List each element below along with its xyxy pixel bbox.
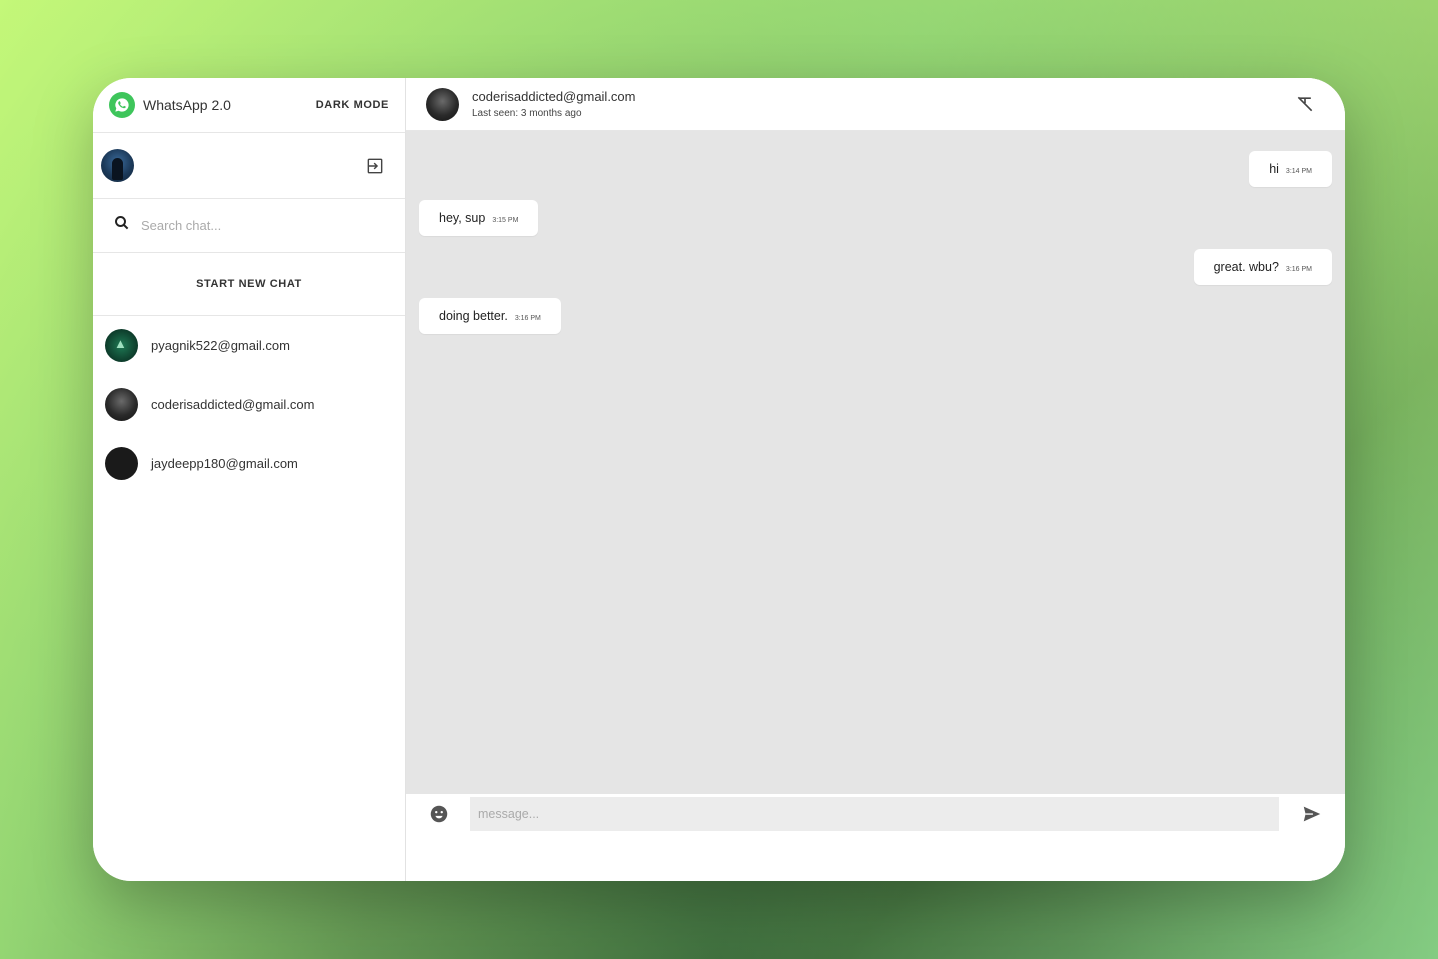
brand-bar: WhatsApp 2.0 DARK MODE: [93, 78, 405, 133]
my-avatar[interactable]: [101, 149, 134, 182]
chat-header-info: coderisaddicted@gmail.com Last seen: 3 m…: [472, 89, 1295, 119]
message-text: hi: [1269, 162, 1279, 176]
message-bubble: hey, sup 3:15 PM: [419, 200, 539, 236]
logout-icon[interactable]: [365, 156, 385, 176]
avatar: [105, 388, 138, 421]
avatar: [105, 329, 138, 362]
message-time: 3:15 PM: [492, 217, 519, 224]
search-bar: [93, 199, 405, 253]
message-time: 3:16 PM: [514, 315, 541, 322]
chat-avatar[interactable]: [426, 87, 459, 121]
search-input[interactable]: [139, 217, 385, 234]
send-icon[interactable]: [1301, 803, 1323, 825]
message-text: doing better.: [439, 309, 508, 323]
emoji-icon[interactable]: [428, 803, 450, 825]
search-icon: [113, 214, 131, 237]
dark-mode-button[interactable]: DARK MODE: [316, 99, 389, 111]
chat-panel: coderisaddicted@gmail.com Last seen: 3 m…: [406, 78, 1345, 881]
message-bubble: doing better. 3:16 PM: [419, 298, 561, 334]
chat-header: coderisaddicted@gmail.com Last seen: 3 m…: [406, 78, 1345, 131]
composer-row: [428, 797, 1323, 831]
whatsapp-logo-icon: [109, 92, 135, 118]
message-bubble: great. wbu? 3:16 PM: [1193, 249, 1332, 285]
contact-list: pyagnik522@gmail.com coderisaddicted@gma…: [93, 316, 405, 881]
message-text: great. wbu?: [1213, 260, 1279, 274]
chat-recipient-email: coderisaddicted@gmail.com: [472, 89, 636, 104]
clear-formatting-icon[interactable]: [1295, 94, 1315, 114]
contact-email: pyagnik522@gmail.com: [151, 338, 290, 353]
user-bar: [93, 133, 405, 199]
last-seen-text: Last seen: 3 months ago: [472, 108, 582, 119]
message-input[interactable]: [470, 797, 1279, 831]
app-window: WhatsApp 2.0 DARK MODE START NEW CHAT py…: [93, 78, 1345, 881]
contact-email: coderisaddicted@gmail.com: [151, 397, 315, 412]
start-new-chat-button[interactable]: START NEW CHAT: [93, 253, 405, 316]
message-time: 3:16 PM: [1285, 266, 1312, 273]
avatar: [105, 447, 138, 480]
app-name: WhatsApp 2.0: [143, 97, 231, 113]
message-bubble: hi 3:14 PM: [1249, 151, 1332, 187]
contact-item[interactable]: jaydeepp180@gmail.com: [93, 434, 405, 493]
message-list: hi 3:14 PM hey, sup 3:15 PM great. wbu? …: [406, 131, 1345, 794]
message-time: 3:14 PM: [1285, 168, 1312, 175]
contact-email: jaydeepp180@gmail.com: [151, 456, 298, 471]
message-text: hey, sup: [439, 211, 486, 225]
sidebar: WhatsApp 2.0 DARK MODE START NEW CHAT py…: [93, 78, 406, 881]
contact-item[interactable]: pyagnik522@gmail.com: [93, 316, 405, 375]
composer: [406, 794, 1345, 881]
contact-item[interactable]: coderisaddicted@gmail.com: [93, 375, 405, 434]
